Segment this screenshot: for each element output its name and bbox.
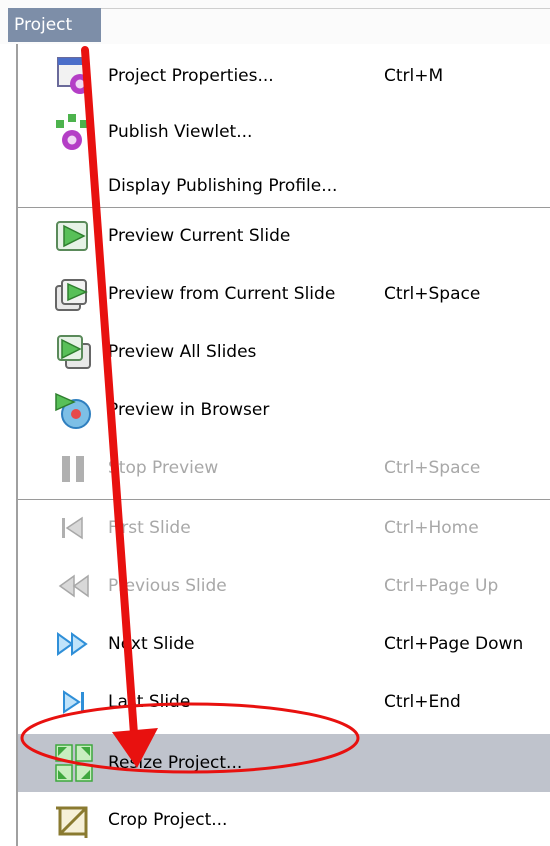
menu-item-label: First Slide	[108, 518, 191, 538]
menu-item-shortcut: Ctrl+M	[384, 66, 444, 86]
last-slide-icon	[54, 682, 94, 722]
publish-viewlet-icon	[54, 112, 94, 152]
menu-item-preview-current-slide[interactable]: Preview Current Slide	[18, 208, 550, 264]
menu-item-shortcut: Ctrl+Space	[384, 458, 481, 478]
menu-item-crop-project[interactable]: Crop Project...	[18, 794, 550, 846]
menu-item-label: Crop Project...	[108, 810, 228, 830]
preview-in-browser-icon	[54, 390, 94, 430]
menu-item-label: Display Publishing Profile...	[108, 176, 338, 196]
first-slide-icon	[54, 508, 94, 548]
menu-item-label: Stop Preview	[108, 458, 219, 478]
menu-item-label: Resize Project...	[108, 753, 243, 773]
menu-item-label: Last Slide	[108, 692, 191, 712]
preview-from-current-slide-icon	[54, 274, 94, 314]
menu-item-shortcut: Ctrl+Page Up	[384, 576, 499, 596]
menu-item-label: Preview from Current Slide	[108, 284, 336, 304]
menu-item-shortcut: Ctrl+Space	[384, 284, 481, 304]
menu-item-last-slide[interactable]: Last Slide Ctrl+End	[18, 674, 550, 730]
menu-item-display-publishing-profile[interactable]: Display Publishing Profile...	[18, 158, 550, 214]
menu-item-previous-slide[interactable]: Previous Slide Ctrl+Page Up	[18, 558, 550, 614]
menu-item-shortcut: Ctrl+Page Down	[384, 634, 524, 654]
menu-item-publish-viewlet[interactable]: Publish Viewlet...	[18, 104, 550, 160]
resize-project-icon	[54, 743, 94, 783]
menu-item-shortcut: Ctrl+Home	[384, 518, 479, 538]
project-menu-dropdown: Project Properties... Ctrl+M Publish Vie…	[16, 44, 550, 846]
stop-preview-icon	[54, 448, 94, 488]
menu-item-preview-from-current-slide[interactable]: Preview from Current Slide Ctrl+Space	[18, 266, 550, 322]
crop-project-icon	[54, 800, 94, 840]
menu-bar-tail	[101, 8, 550, 42]
preview-all-slides-icon	[54, 332, 94, 372]
menu-item-project-properties[interactable]: Project Properties... Ctrl+M	[18, 48, 550, 104]
menu-bar: Project	[0, 0, 550, 44]
menu-item-label: Preview Current Slide	[108, 226, 291, 246]
menu-item-preview-all-slides[interactable]: Preview All Slides	[18, 324, 550, 380]
menu-item-label: Previous Slide	[108, 576, 227, 596]
menu-item-next-slide[interactable]: Next Slide Ctrl+Page Down	[18, 616, 550, 672]
menu-item-shortcut: Ctrl+End	[384, 692, 461, 712]
project-properties-icon	[54, 56, 94, 96]
menu-item-stop-preview[interactable]: Stop Preview Ctrl+Space	[18, 440, 550, 496]
menu-item-preview-in-browser[interactable]: Preview in Browser	[18, 382, 550, 438]
next-slide-icon	[54, 624, 94, 664]
menu-item-label: Preview All Slides	[108, 342, 257, 362]
menu-item-label: Preview in Browser	[108, 400, 270, 420]
menu-item-label: Next Slide	[108, 634, 195, 654]
preview-current-slide-icon	[54, 216, 94, 256]
menu-project[interactable]: Project	[8, 8, 101, 42]
menu-item-label: Publish Viewlet...	[108, 122, 253, 142]
menu-item-label: Project Properties...	[108, 66, 274, 86]
previous-slide-icon	[54, 566, 94, 606]
menu-item-resize-project[interactable]: Resize Project...	[18, 734, 550, 792]
menu-item-first-slide[interactable]: First Slide Ctrl+Home	[18, 500, 550, 556]
